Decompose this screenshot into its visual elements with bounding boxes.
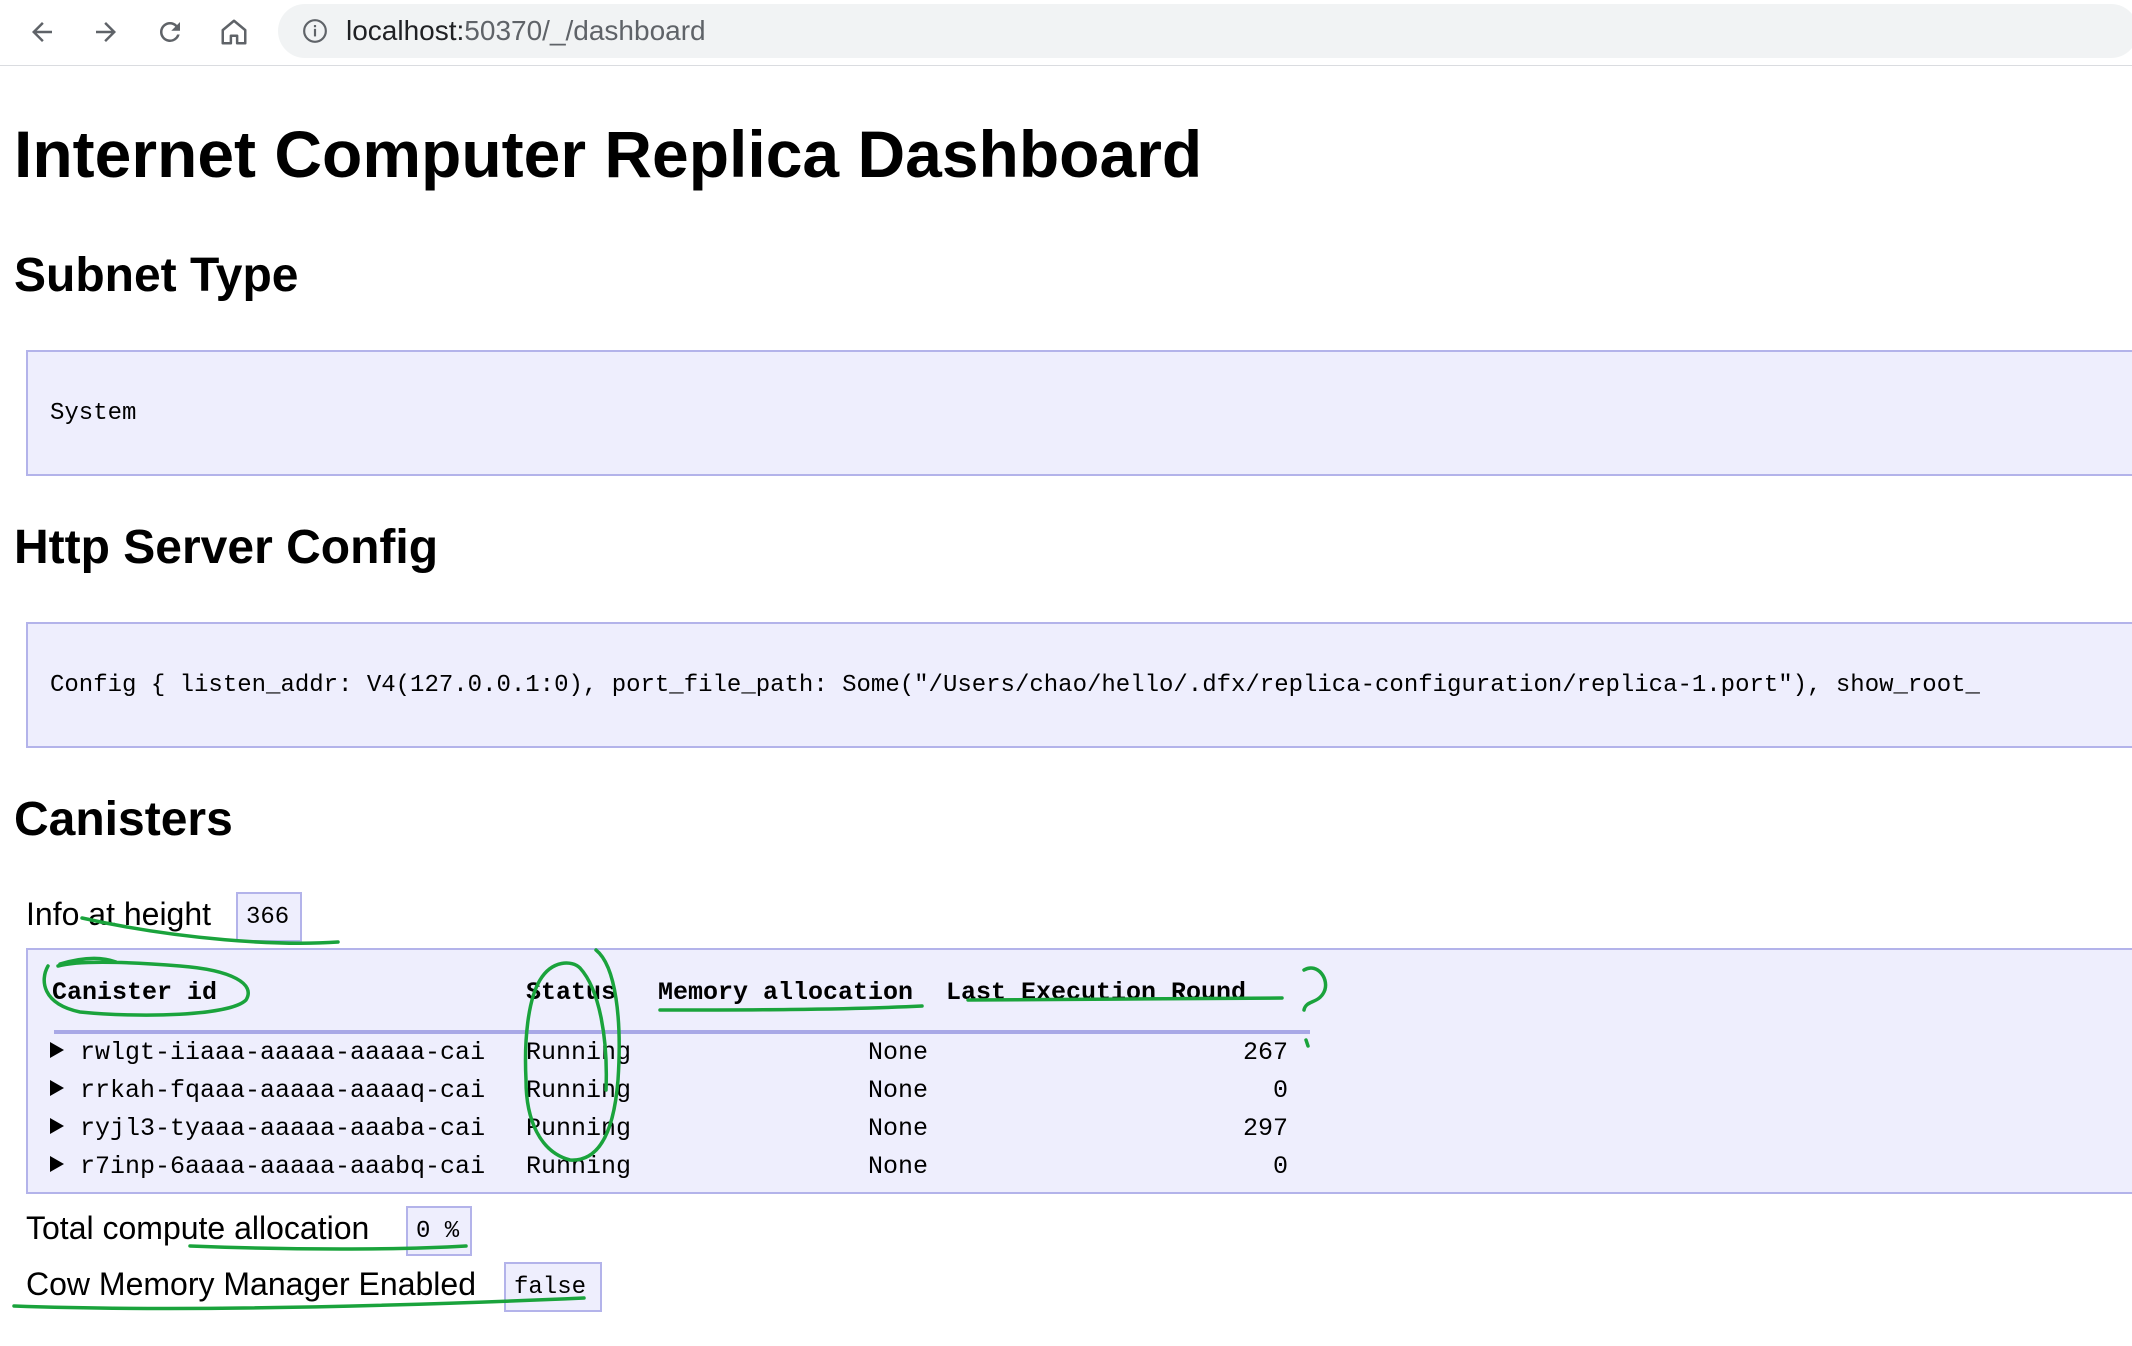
subnet-type-value: System bbox=[50, 400, 137, 427]
url-host: localhost: bbox=[346, 15, 465, 46]
subnet-type-box: System bbox=[26, 350, 2132, 476]
reload-button[interactable] bbox=[148, 10, 192, 54]
canister-memory: None bbox=[867, 1114, 928, 1143]
canister-memory: None bbox=[867, 1152, 928, 1181]
url-path: 50370/_/dashboard bbox=[464, 15, 706, 46]
reload-icon bbox=[159, 21, 180, 42]
col-canister-id: Canister id bbox=[52, 978, 218, 1007]
canister-memory: None bbox=[867, 1038, 928, 1067]
cow-memory-label: Cow Memory Manager Enabled bbox=[26, 1266, 476, 1302]
canister-memory: None bbox=[867, 1076, 928, 1105]
canister-round: 0 bbox=[1272, 1076, 1288, 1105]
canister-round: 0 bbox=[1272, 1152, 1288, 1181]
page-title: Internet Computer Replica Dashboard bbox=[14, 117, 1203, 191]
cow-memory-value: false bbox=[504, 1262, 602, 1312]
canister-round: 267 bbox=[1242, 1038, 1288, 1067]
forward-button[interactable] bbox=[84, 10, 128, 54]
canister-id: rrkah-fqaaa-aaaaa-aaaaq-cai bbox=[80, 1076, 486, 1105]
arrow-right-icon bbox=[96, 22, 116, 42]
canister-id: ryjl3-tyaaa-aaaaa-aaaba-cai bbox=[80, 1114, 486, 1143]
table-row[interactable]: ryjl3-tyaaa-aaaaa-aaaba-cai Running None… bbox=[28, 1110, 1328, 1148]
arrow-left-icon bbox=[32, 22, 52, 42]
col-status: Status bbox=[526, 978, 617, 1007]
disclosure-triangle-icon[interactable] bbox=[50, 1080, 64, 1096]
http-config-heading: Http Server Config bbox=[14, 521, 439, 574]
col-memory-allocation: Memory allocation bbox=[658, 978, 914, 1007]
http-config-box: Config { listen_addr: V4(127.0.0.1:0), p… bbox=[26, 622, 2132, 748]
total-compute-value: 0 % bbox=[406, 1206, 472, 1256]
home-icon bbox=[221, 19, 247, 45]
back-button[interactable] bbox=[20, 10, 64, 54]
http-config-value: Config { listen_addr: V4(127.0.0.1:0), p… bbox=[50, 672, 1980, 699]
url-text[interactable]: localhost:50370/_/dashboard bbox=[346, 17, 706, 45]
home-button[interactable] bbox=[212, 10, 256, 54]
dashboard-page: Internet Computer Replica Dashboard Subn… bbox=[0, 66, 2132, 1346]
address-bar[interactable]: localhost:50370/_/dashboard bbox=[278, 4, 2132, 58]
table-row[interactable]: r7inp-6aaaa-aaaaa-aaabq-cai Running None… bbox=[28, 1148, 1328, 1186]
canister-id: r7inp-6aaaa-aaaaa-aaabq-cai bbox=[80, 1152, 486, 1181]
total-compute-label: Total compute allocation bbox=[26, 1210, 370, 1246]
canister-round: 297 bbox=[1242, 1114, 1288, 1143]
col-last-execution-round: Last Execution Round bbox=[946, 978, 1247, 1007]
disclosure-triangle-icon[interactable] bbox=[50, 1118, 64, 1134]
table-row[interactable]: rwlgt-iiaaa-aaaaa-aaaaa-cai Running None… bbox=[28, 1034, 1328, 1072]
disclosure-triangle-icon[interactable] bbox=[50, 1042, 64, 1058]
canister-status: Running bbox=[526, 1038, 632, 1067]
subnet-type-heading: Subnet Type bbox=[14, 249, 299, 302]
browser-toolbar: localhost:50370/_/dashboard bbox=[0, 0, 2132, 66]
canister-status: Running bbox=[526, 1152, 632, 1181]
canister-status: Running bbox=[526, 1114, 632, 1143]
disclosure-triangle-icon[interactable] bbox=[50, 1156, 64, 1172]
canisters-heading: Canisters bbox=[14, 793, 233, 846]
height-value: 366 bbox=[236, 892, 302, 942]
table-row[interactable]: rrkah-fqaaa-aaaaa-aaaaq-cai Running None… bbox=[28, 1072, 1328, 1110]
canister-id: rwlgt-iiaaa-aaaaa-aaaaa-cai bbox=[80, 1038, 486, 1067]
info-height-label: Info at height bbox=[26, 896, 212, 932]
canister-status: Running bbox=[526, 1076, 632, 1105]
info-icon[interactable] bbox=[302, 18, 328, 44]
canister-table: Canister id Status Memory allocation Las… bbox=[26, 948, 2132, 1194]
